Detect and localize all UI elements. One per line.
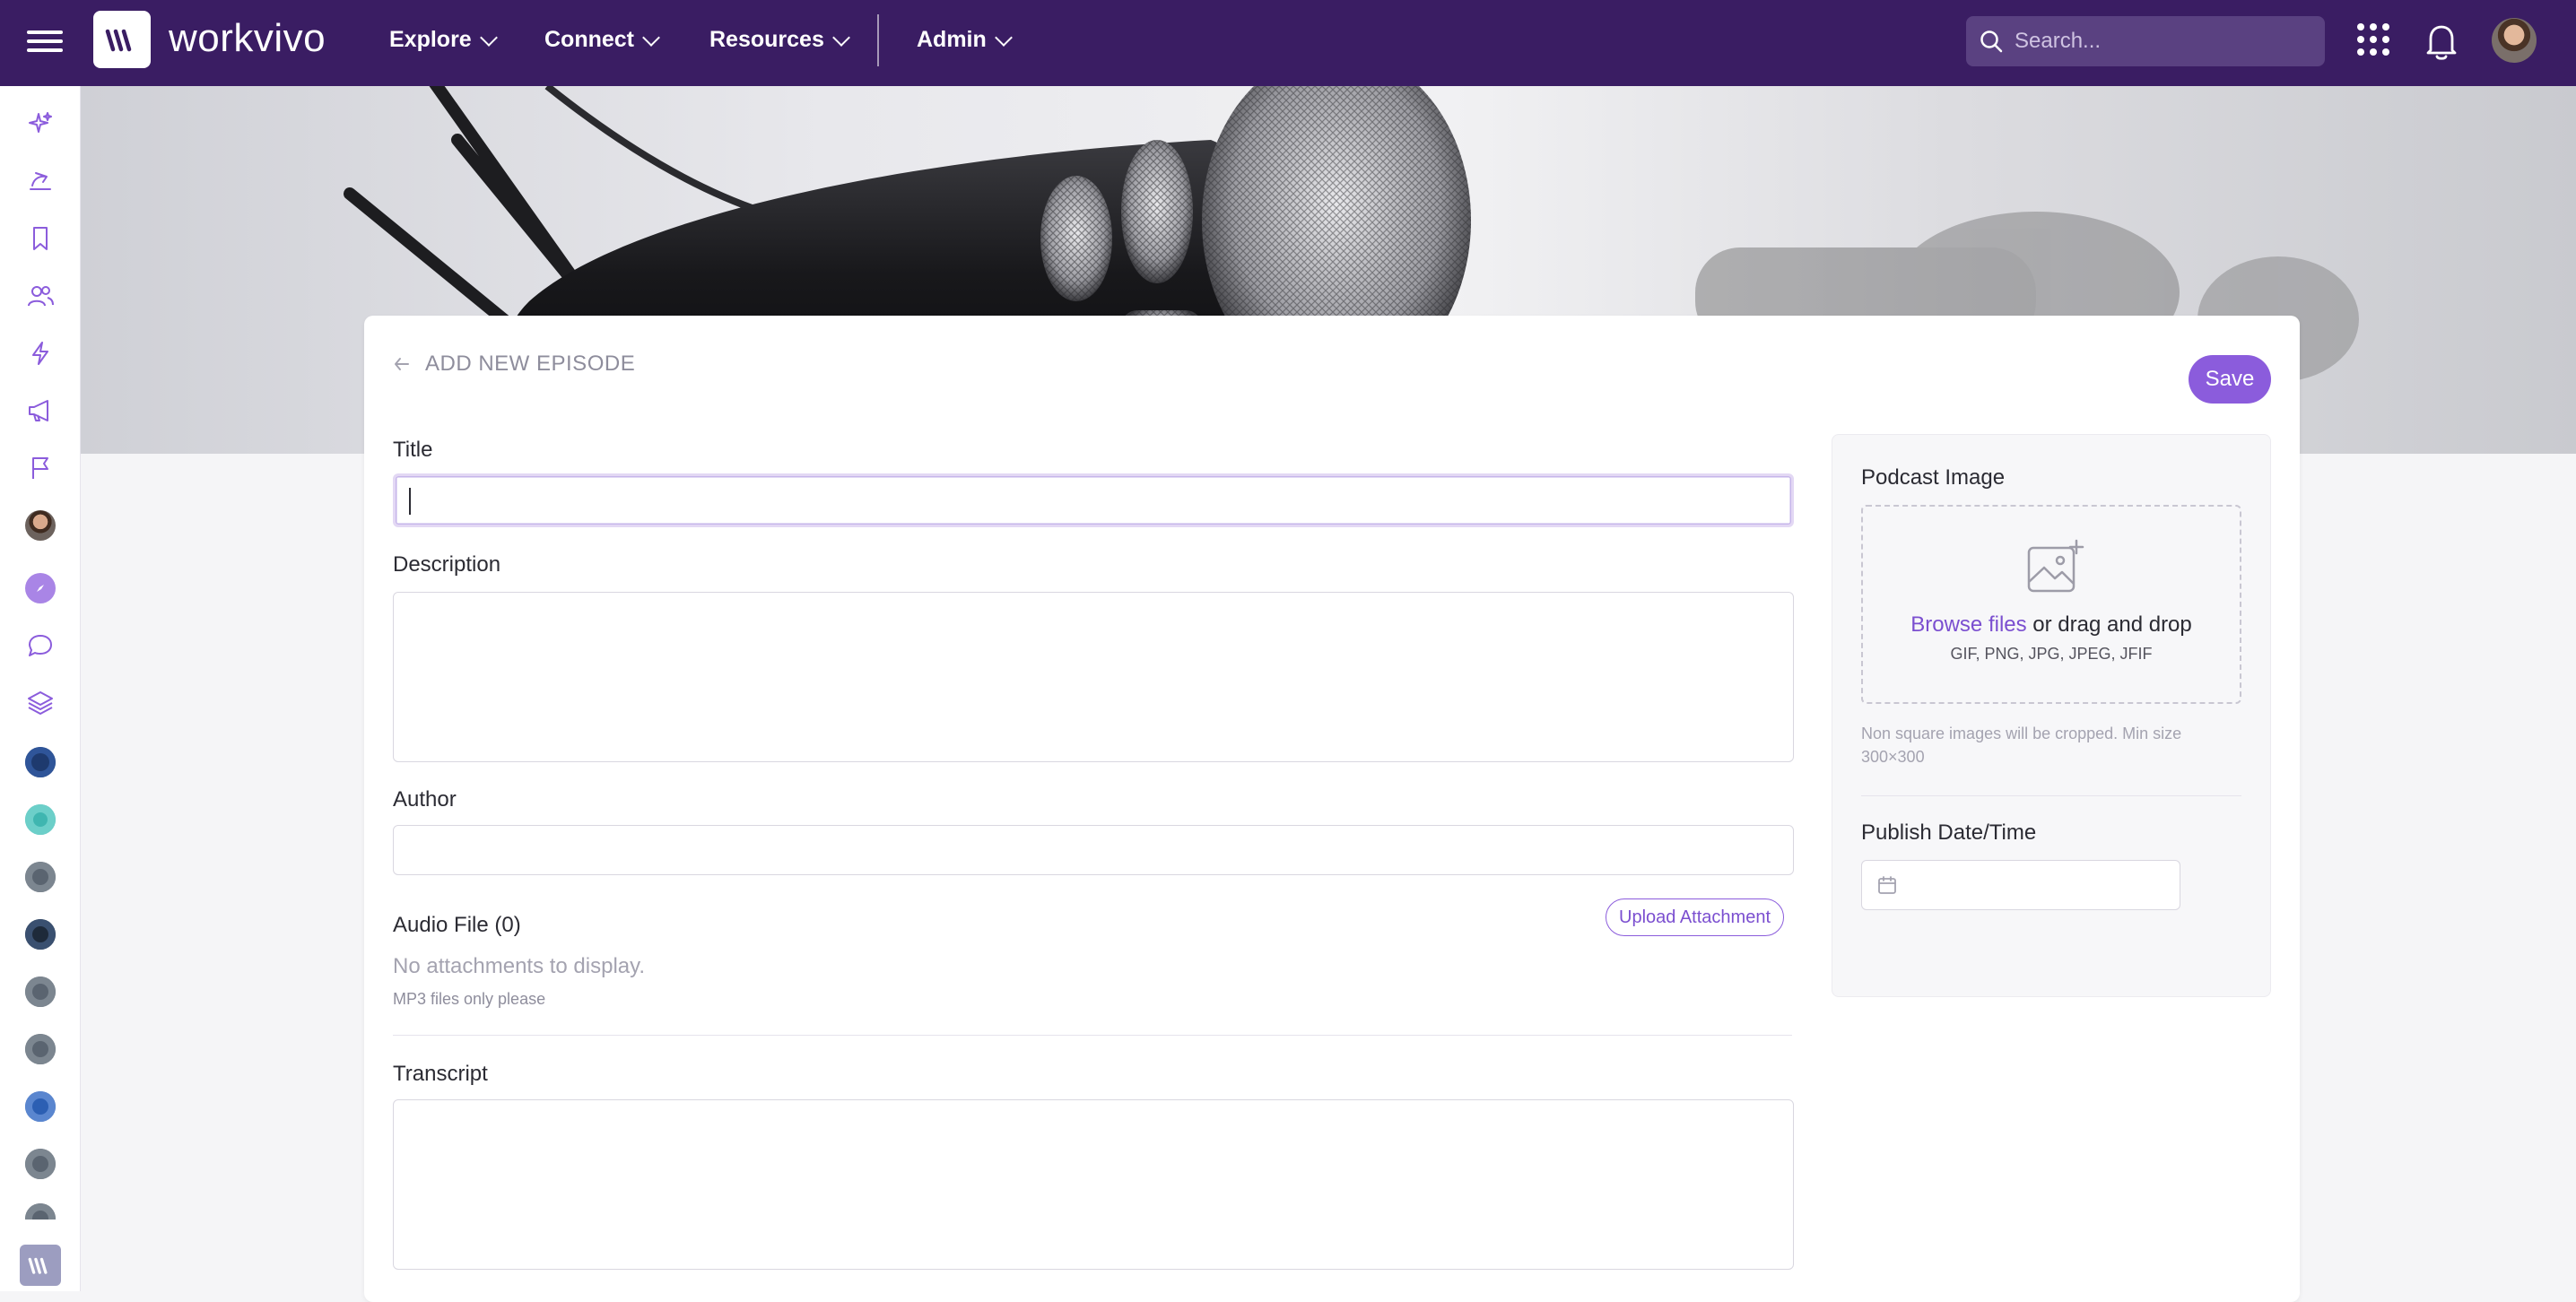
chat-icon[interactable]	[22, 628, 58, 664]
space-avatar[interactable]	[22, 916, 58, 952]
title-label: Title	[393, 438, 433, 462]
nav-admin-label: Admin	[917, 27, 987, 52]
nav-admin[interactable]: Admin	[917, 27, 1013, 53]
chevron-down-icon	[831, 28, 850, 47]
workvivo-logo-icon[interactable]	[93, 11, 151, 68]
space-avatar[interactable]	[22, 859, 58, 895]
brand-name: workvivo	[169, 16, 326, 60]
avatar[interactable]	[22, 508, 58, 543]
calendar-icon	[1878, 876, 1896, 894]
audio-file-label: Audio File (0)	[393, 913, 521, 937]
space-avatar[interactable]	[22, 974, 58, 1010]
back-link[interactable]: ADD NEW EPISODE	[393, 352, 635, 377]
bell-icon[interactable]	[2424, 22, 2459, 61]
space-avatar[interactable]	[22, 1146, 58, 1182]
nav-connect-label: Connect	[544, 27, 634, 52]
no-attachments-text: No attachments to display.	[393, 954, 646, 978]
crop-note-line-1: Non square images will be cropped. Min s…	[1861, 725, 2182, 742]
layers-icon[interactable]	[22, 685, 58, 721]
crop-note-line-2: 300×300	[1861, 748, 1925, 766]
space-avatar[interactable]	[22, 1031, 58, 1067]
text-cursor	[409, 488, 411, 515]
description-label: Description	[393, 552, 501, 577]
podcast-image-label: Podcast Image	[1861, 465, 2006, 490]
transcript-textarea[interactable]	[393, 1099, 1794, 1270]
page-title: ADD NEW EPISODE	[425, 352, 636, 376]
nav-divider	[877, 14, 879, 66]
episode-form-card: ADD NEW EPISODE Save Title Description A…	[364, 316, 2300, 1302]
feed-icon[interactable]	[22, 163, 58, 199]
apps-grid-icon[interactable]	[2357, 23, 2389, 56]
bolt-icon[interactable]	[22, 335, 58, 371]
author-label: Author	[393, 787, 457, 812]
divider	[393, 1035, 1792, 1036]
menu-icon[interactable]	[27, 25, 63, 61]
browse-files-link[interactable]: Browse files	[1910, 612, 2026, 637]
megaphone-icon[interactable]	[22, 393, 58, 429]
arrow-left-icon	[395, 358, 409, 370]
image-dropzone[interactable]: Browse files or drag and drop GIF, PNG, …	[1861, 505, 2241, 704]
divider	[1861, 795, 2241, 796]
nav-resources[interactable]: Resources	[709, 27, 850, 53]
bookmark-icon[interactable]	[22, 221, 58, 256]
image-add-icon	[2027, 539, 2084, 593]
drag-drop-text: or drag and drop	[2026, 612, 2192, 637]
browse-text: Browse files or drag and drop	[1863, 612, 2240, 638]
publish-date-label: Publish Date/Time	[1861, 820, 2037, 845]
publish-date-input[interactable]	[1861, 860, 2180, 910]
description-textarea[interactable]	[393, 592, 1794, 762]
user-avatar[interactable]	[2492, 18, 2537, 63]
crop-note: Non square images will be cropped. Min s…	[1861, 722, 2181, 768]
nav-connect[interactable]: Connect	[544, 27, 660, 53]
top-nav: workvivo Explore Connect Resources Admin	[0, 0, 2576, 86]
author-input[interactable]	[393, 825, 1794, 875]
save-button[interactable]: Save	[2189, 355, 2271, 404]
chevron-down-icon	[479, 28, 498, 47]
search-icon	[1980, 30, 2003, 53]
chevron-down-icon	[642, 28, 660, 47]
people-icon[interactable]	[22, 278, 58, 314]
nav-explore[interactable]: Explore	[389, 27, 498, 53]
left-rail	[0, 86, 81, 1291]
space-avatar[interactable]	[22, 1203, 58, 1220]
search-input[interactable]	[2015, 29, 2311, 54]
file-types-text: GIF, PNG, JPG, JPEG, JFIF	[1950, 645, 2153, 663]
space-avatar[interactable]	[22, 1089, 58, 1124]
side-panel: Podcast Image Browse files or drag and d…	[1832, 434, 2271, 997]
sparkle-icon[interactable]	[22, 106, 58, 142]
mp3-note: MP3 files only please	[393, 990, 546, 1008]
transcript-label: Transcript	[393, 1062, 488, 1086]
space-avatar[interactable]	[22, 802, 58, 838]
flag-icon[interactable]	[22, 450, 58, 486]
nav-resources-label: Resources	[709, 27, 824, 52]
nav-explore-label: Explore	[389, 27, 472, 52]
upload-attachment-button[interactable]: Upload Attachment	[1606, 898, 1784, 936]
title-input[interactable]	[393, 473, 1794, 527]
search-box[interactable]	[1966, 16, 2325, 66]
space-avatar[interactable]	[22, 744, 58, 780]
workvivo-logo[interactable]	[20, 1245, 61, 1286]
compass-icon[interactable]	[22, 570, 58, 606]
chevron-down-icon	[994, 28, 1013, 47]
